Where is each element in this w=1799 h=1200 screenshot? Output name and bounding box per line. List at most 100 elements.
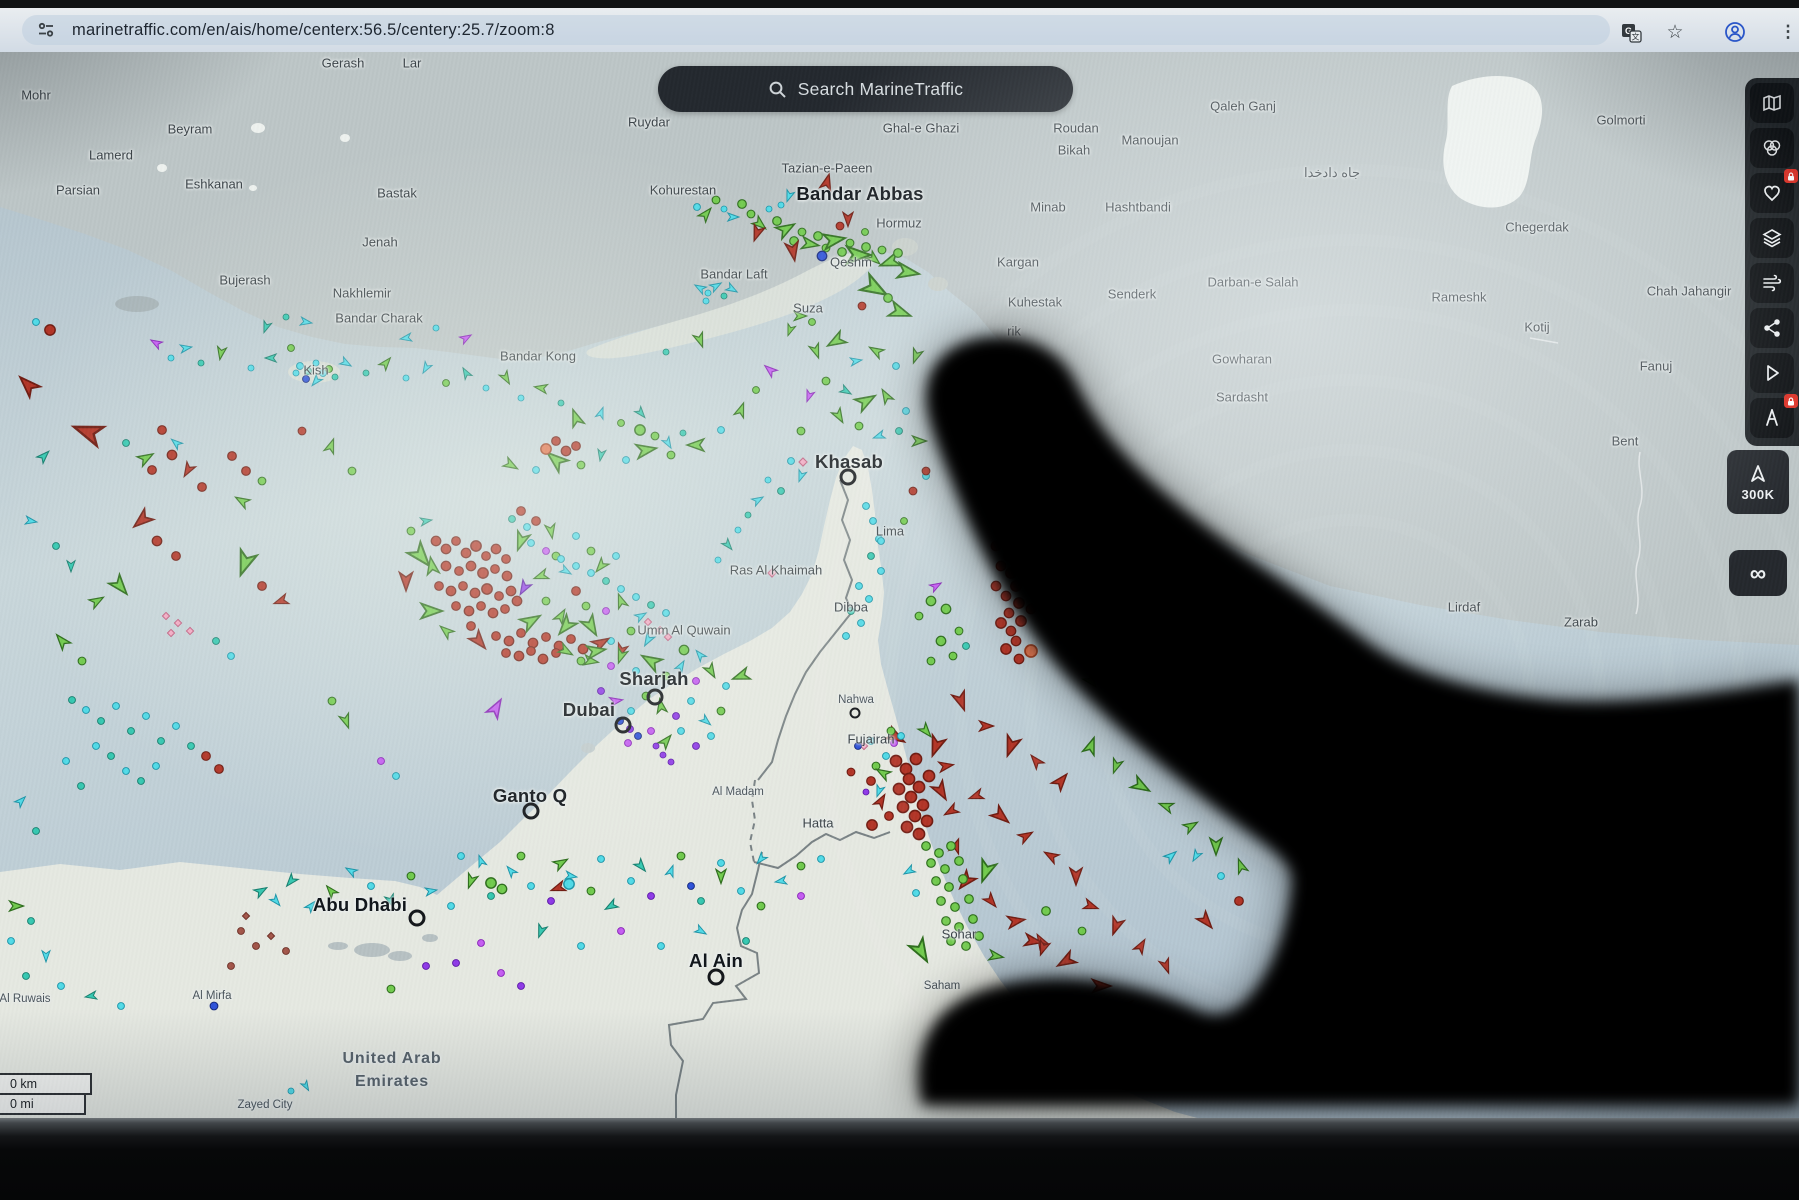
vessel-marker[interactable]	[517, 852, 525, 860]
vessel-marker[interactable]	[878, 538, 885, 545]
vessel-marker[interactable]	[855, 743, 862, 750]
vessel-marker[interactable]	[718, 427, 725, 434]
vessel-marker[interactable]	[975, 932, 984, 941]
vessel-marker[interactable]	[448, 903, 455, 910]
vessel-marker[interactable]	[452, 537, 461, 546]
vessel-marker[interactable]	[885, 812, 894, 821]
vessel-marker[interactable]	[128, 728, 135, 735]
vessel-marker[interactable]	[941, 865, 950, 874]
vessel-marker[interactable]	[518, 983, 525, 990]
vessel-marker[interactable]	[788, 458, 795, 465]
translate-icon[interactable]: G 文	[1618, 19, 1644, 45]
vessel-marker[interactable]	[648, 602, 655, 609]
vessel-marker[interactable]	[58, 983, 65, 990]
vessel-marker[interactable]	[78, 783, 85, 790]
vessel-marker[interactable]	[23, 973, 30, 980]
vessel-marker[interactable]	[466, 561, 475, 570]
vessel-marker[interactable]	[368, 883, 375, 890]
vessel-marker[interactable]	[297, 363, 304, 370]
vessel-marker[interactable]	[543, 548, 550, 555]
vessel-marker[interactable]	[705, 290, 711, 296]
vessel-marker[interactable]	[673, 713, 680, 720]
vessel-marker[interactable]	[721, 206, 727, 212]
vessel-marker[interactable]	[293, 370, 299, 376]
vessel-marker[interactable]	[688, 883, 695, 890]
vessel-marker[interactable]	[843, 633, 850, 640]
vessel-marker[interactable]	[491, 544, 500, 553]
vessel-marker[interactable]	[441, 544, 450, 553]
vessel-marker[interactable]	[680, 430, 686, 436]
vessel-marker[interactable]	[518, 395, 524, 401]
vessel-marker[interactable]	[712, 196, 720, 204]
vessel-marker[interactable]	[455, 567, 464, 576]
vessel-marker[interactable]	[486, 878, 496, 888]
vessel-marker[interactable]	[765, 477, 771, 483]
map-canvas[interactable]	[0, 0, 1799, 1200]
vessel-marker[interactable]	[348, 467, 356, 475]
vessel-marker[interactable]	[753, 387, 760, 394]
vessel-marker[interactable]	[822, 377, 830, 385]
vessel-marker[interactable]	[921, 815, 932, 826]
vessel-marker[interactable]	[668, 759, 674, 765]
vessel-marker[interactable]	[745, 512, 751, 518]
vessel-marker[interactable]	[33, 319, 40, 326]
vessel-marker[interactable]	[528, 883, 535, 890]
vessel-marker[interactable]	[1004, 551, 1014, 561]
vessel-marker[interactable]	[627, 627, 635, 635]
vessel-marker[interactable]	[965, 895, 974, 904]
vessel-marker[interactable]	[867, 820, 877, 830]
url-text[interactable]: marinetraffic.com/en/ais/home/centerx:56…	[72, 21, 555, 40]
vessel-marker[interactable]	[228, 452, 237, 461]
vessel-marker[interactable]	[198, 360, 204, 366]
vessel-marker[interactable]	[228, 963, 235, 970]
vessel-marker[interactable]	[941, 604, 950, 613]
vessel-marker[interactable]	[628, 878, 635, 885]
vessel-marker[interactable]	[577, 657, 585, 665]
vessel-marker[interactable]	[678, 728, 685, 735]
vessel-marker[interactable]	[502, 649, 511, 658]
vessel-marker[interactable]	[693, 678, 700, 685]
vessel-marker[interactable]	[188, 743, 195, 750]
vessel-marker[interactable]	[506, 586, 515, 595]
vessel-marker[interactable]	[798, 228, 806, 236]
vessel-marker[interactable]	[773, 217, 782, 226]
vessel-marker[interactable]	[991, 581, 1000, 590]
vessel-marker[interactable]	[578, 943, 585, 950]
vessel-marker[interactable]	[283, 948, 290, 955]
vessel-marker[interactable]	[613, 553, 620, 560]
vessel-marker[interactable]	[648, 893, 655, 900]
vessel-marker[interactable]	[1026, 604, 1035, 613]
vessel-marker[interactable]	[926, 596, 935, 605]
vessel-marker[interactable]	[552, 437, 561, 446]
vessel-marker[interactable]	[688, 698, 695, 705]
vessel-marker[interactable]	[458, 853, 465, 860]
vessel-marker[interactable]	[1001, 644, 1011, 654]
vessel-marker[interactable]	[69, 697, 76, 704]
vessel-marker[interactable]	[855, 422, 863, 430]
vessel-marker[interactable]	[305, 368, 312, 375]
vessel-marker[interactable]	[561, 446, 570, 455]
vessel-marker[interactable]	[567, 635, 576, 644]
vessel-marker[interactable]	[528, 540, 535, 547]
vessel-marker[interactable]	[28, 918, 35, 925]
vessel-marker[interactable]	[884, 294, 893, 303]
measure-button[interactable]	[1750, 398, 1794, 438]
layers-button[interactable]	[1750, 218, 1794, 258]
vessel-marker[interactable]	[909, 487, 917, 495]
vessel-marker[interactable]	[778, 202, 784, 208]
vessel-marker[interactable]	[123, 768, 130, 775]
vessel-marker[interactable]	[143, 713, 150, 720]
vessel-marker[interactable]	[153, 763, 160, 770]
vessel-marker[interactable]	[572, 587, 581, 596]
vessel-marker[interactable]	[743, 938, 750, 945]
vessel-marker[interactable]	[467, 622, 476, 631]
vessel-marker[interactable]	[288, 1088, 294, 1094]
vessel-marker[interactable]	[870, 518, 877, 525]
vessel-marker[interactable]	[663, 349, 669, 355]
vessel-marker[interactable]	[922, 842, 931, 851]
vessel-marker[interactable]	[464, 606, 473, 615]
vessel-marker[interactable]	[572, 442, 581, 451]
vessel-marker[interactable]	[1004, 608, 1013, 617]
vessel-marker[interactable]	[797, 862, 805, 870]
vessel-marker[interactable]	[378, 758, 385, 765]
